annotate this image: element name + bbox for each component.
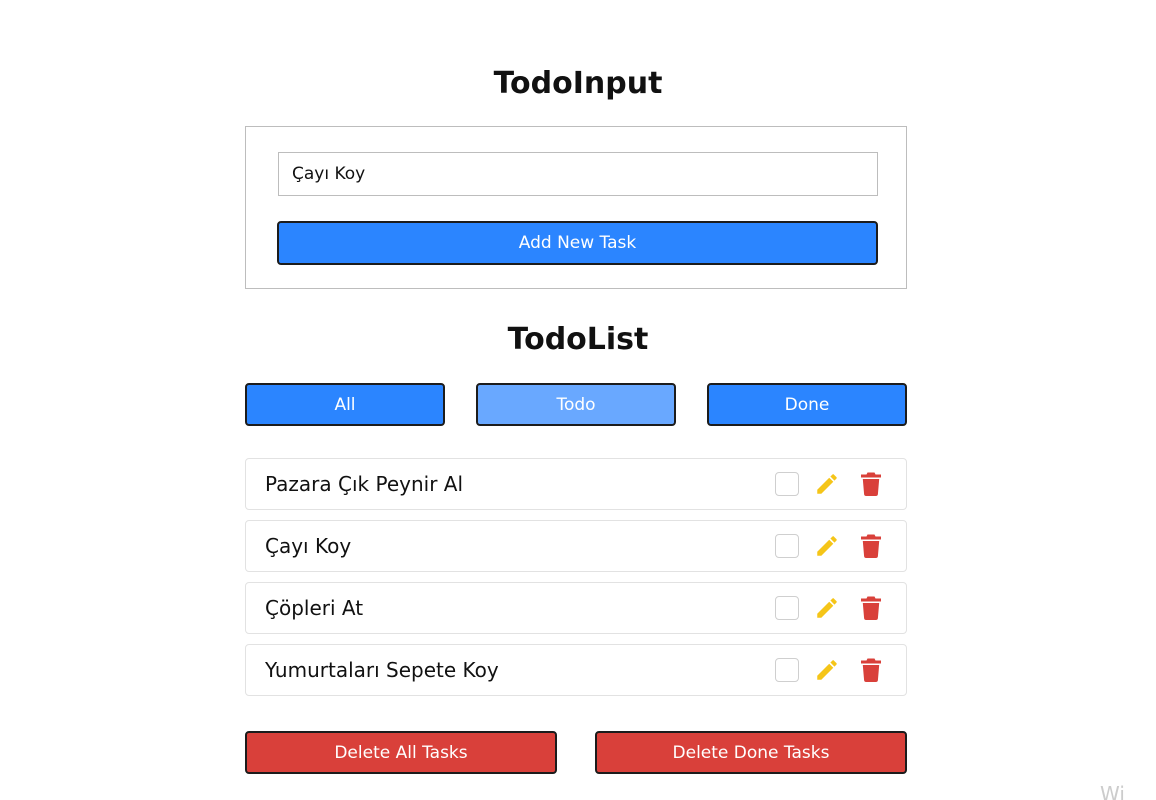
task-item: Çöpleri At xyxy=(245,582,907,634)
task-text: Pazara Çık Peynir Al xyxy=(265,472,464,496)
task-checkbox[interactable] xyxy=(775,534,799,558)
trash-icon[interactable] xyxy=(859,595,883,621)
task-checkbox[interactable] xyxy=(775,658,799,682)
pencil-icon[interactable] xyxy=(814,595,840,621)
task-text: Çayı Koy xyxy=(265,534,352,558)
filter-all-button[interactable]: All xyxy=(245,383,445,426)
task-item: Çayı Koy xyxy=(245,520,907,572)
task-text: Çöpleri At xyxy=(265,596,364,620)
task-item: Yumurtaları Sepete Koy xyxy=(245,644,907,696)
task-text: Yumurtaları Sepete Koy xyxy=(265,658,499,682)
trash-icon[interactable] xyxy=(859,657,883,683)
todo-app: TodoInput Add New Task TodoList All Todo… xyxy=(0,0,1156,800)
delete-done-tasks-button[interactable]: Delete Done Tasks xyxy=(595,731,907,774)
task-input[interactable] xyxy=(278,152,878,196)
add-new-task-button[interactable]: Add New Task xyxy=(277,221,878,265)
task-checkbox[interactable] xyxy=(775,472,799,496)
todo-input-title: TodoInput xyxy=(493,66,663,101)
pencil-icon[interactable] xyxy=(814,471,840,497)
pencil-icon[interactable] xyxy=(814,533,840,559)
task-item: Pazara Çık Peynir Al xyxy=(245,458,907,510)
filter-todo-button[interactable]: Todo xyxy=(476,383,676,426)
todo-list-title: TodoList xyxy=(507,322,649,357)
task-list: Pazara Çık Peynir Al Çayı Koy Çöpleri At xyxy=(245,458,907,706)
todo-input-panel: Add New Task xyxy=(245,126,907,289)
task-checkbox[interactable] xyxy=(775,596,799,620)
watermark-text: Wi xyxy=(1100,782,1125,800)
delete-all-tasks-button[interactable]: Delete All Tasks xyxy=(245,731,557,774)
pencil-icon[interactable] xyxy=(814,657,840,683)
trash-icon[interactable] xyxy=(859,533,883,559)
filter-done-button[interactable]: Done xyxy=(707,383,907,426)
trash-icon[interactable] xyxy=(859,471,883,497)
